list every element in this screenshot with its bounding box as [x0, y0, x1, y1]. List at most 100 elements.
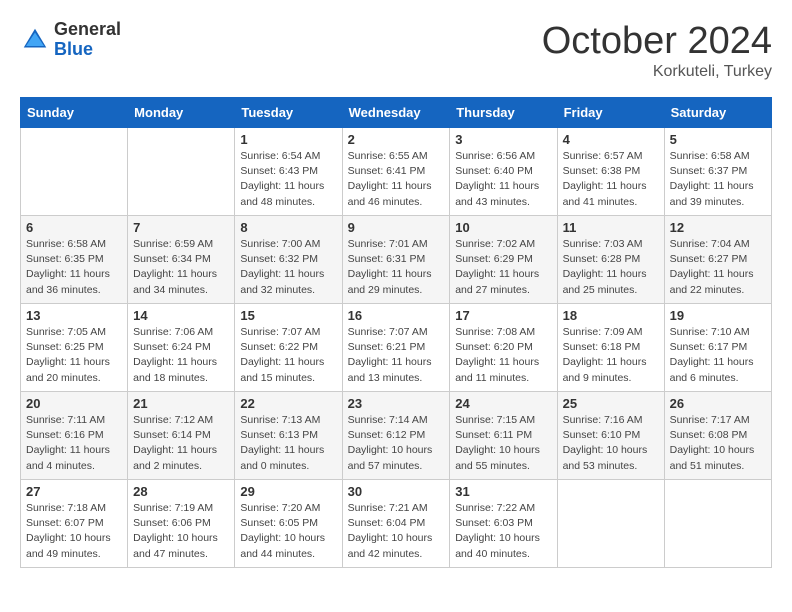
day-info: Sunrise: 6:54 AMSunset: 6:43 PMDaylight:…	[240, 149, 336, 210]
day-info: Sunrise: 7:04 AMSunset: 6:27 PMDaylight:…	[670, 237, 766, 298]
day-number: 2	[348, 132, 445, 147]
calendar-cell: 29 Sunrise: 7:20 AMSunset: 6:05 PMDayligh…	[235, 480, 342, 568]
calendar-week-row: 1 Sunrise: 6:54 AMSunset: 6:43 PMDaylight…	[21, 128, 772, 216]
calendar-cell: 24Sunrise: 7:15 AMSunset: 6:11 PMDayligh…	[450, 392, 557, 480]
calendar-week-row: 13 Sunrise: 7:05 AMSunset: 6:25 PMDayligh…	[21, 304, 772, 392]
weekday-header: Tuesday	[235, 98, 342, 128]
calendar-week-row: 6 Sunrise: 6:58 AMSunset: 6:35 PMDaylight…	[21, 216, 772, 304]
weekday-header: Monday	[128, 98, 235, 128]
calendar-week-row: 20 Sunrise: 7:11 AMSunset: 6:16 PMDayligh…	[21, 392, 772, 480]
day-info: Sunrise: 7:19 AMSunset: 6:06 PMDaylight:…	[133, 501, 229, 562]
day-number: 4	[563, 132, 659, 147]
day-number: 14	[133, 308, 229, 323]
logo-text: General Blue	[54, 20, 121, 60]
page-header: General Blue October 2024 Korkuteli, Tur…	[20, 20, 772, 81]
day-number: 1	[240, 132, 336, 147]
day-info: Sunrise: 7:20 AMSunset: 6:05 PMDaylight:…	[240, 501, 336, 562]
day-info: Sunrise: 7:22 AMSunset: 6:03 PMDaylight:…	[455, 501, 551, 562]
weekday-header: Friday	[557, 98, 664, 128]
day-number: 17	[455, 308, 551, 323]
month-title: October 2024	[542, 20, 772, 63]
day-number: 25	[563, 396, 659, 411]
day-info: Sunrise: 6:58 AMSunset: 6:37 PMDaylight:…	[670, 149, 766, 210]
calendar-cell: 8Sunrise: 7:00 AMSunset: 6:32 PMDaylight…	[235, 216, 342, 304]
calendar-cell	[21, 128, 128, 216]
day-info: Sunrise: 7:09 AMSunset: 6:18 PMDaylight:…	[563, 325, 659, 386]
day-info: Sunrise: 6:57 AMSunset: 6:38 PMDaylight:…	[563, 149, 659, 210]
calendar-cell: 23 Sunrise: 7:14 AMSunset: 6:12 PMDayligh…	[342, 392, 450, 480]
weekday-header: Saturday	[664, 98, 771, 128]
calendar-cell: 25 Sunrise: 7:16 AMSunset: 6:10 PMDayligh…	[557, 392, 664, 480]
day-info: Sunrise: 7:08 AMSunset: 6:20 PMDaylight:…	[455, 325, 551, 386]
weekday-header: Wednesday	[342, 98, 450, 128]
calendar-cell: 6 Sunrise: 6:58 AMSunset: 6:35 PMDaylight…	[21, 216, 128, 304]
calendar-cell: 19Sunrise: 7:10 AMSunset: 6:17 PMDayligh…	[664, 304, 771, 392]
calendar-cell: 30 Sunrise: 7:21 AMSunset: 6:04 PMDayligh…	[342, 480, 450, 568]
day-info: Sunrise: 7:14 AMSunset: 6:12 PMDaylight:…	[348, 413, 445, 474]
logo-general: General	[54, 20, 121, 40]
day-number: 16	[348, 308, 445, 323]
logo: General Blue	[20, 20, 121, 60]
calendar-cell	[128, 128, 235, 216]
day-number: 27	[26, 484, 122, 499]
day-info: Sunrise: 6:55 AMSunset: 6:41 PMDaylight:…	[348, 149, 445, 210]
calendar-cell: 14 Sunrise: 7:06 AMSunset: 6:24 PMDayligh…	[128, 304, 235, 392]
day-number: 26	[670, 396, 766, 411]
calendar-cell: 3Sunrise: 6:56 AMSunset: 6:40 PMDaylight…	[450, 128, 557, 216]
day-info: Sunrise: 7:07 AMSunset: 6:22 PMDaylight:…	[240, 325, 336, 386]
day-info: Sunrise: 7:21 AMSunset: 6:04 PMDaylight:…	[348, 501, 445, 562]
calendar-cell: 21 Sunrise: 7:12 AMSunset: 6:14 PMDayligh…	[128, 392, 235, 480]
day-info: Sunrise: 7:10 AMSunset: 6:17 PMDaylight:…	[670, 325, 766, 386]
calendar-header-row: SundayMondayTuesdayWednesdayThursdayFrid…	[21, 98, 772, 128]
day-number: 13	[26, 308, 122, 323]
calendar-cell: 10 Sunrise: 7:02 AMSunset: 6:29 PMDayligh…	[450, 216, 557, 304]
calendar-cell: 26 Sunrise: 7:17 AMSunset: 6:08 PMDayligh…	[664, 392, 771, 480]
day-info: Sunrise: 7:07 AMSunset: 6:21 PMDaylight:…	[348, 325, 445, 386]
day-info: Sunrise: 7:00 AMSunset: 6:32 PMDaylight:…	[240, 237, 336, 298]
day-info: Sunrise: 6:58 AMSunset: 6:35 PMDaylight:…	[26, 237, 122, 298]
calendar-table: SundayMondayTuesdayWednesdayThursdayFrid…	[20, 97, 772, 568]
calendar-week-row: 27Sunrise: 7:18 AMSunset: 6:07 PMDayligh…	[21, 480, 772, 568]
day-number: 30	[348, 484, 445, 499]
day-number: 5	[670, 132, 766, 147]
day-info: Sunrise: 7:05 AMSunset: 6:25 PMDaylight:…	[26, 325, 122, 386]
logo-icon	[20, 25, 50, 55]
title-block: October 2024 Korkuteli, Turkey	[542, 20, 772, 81]
day-number: 6	[26, 220, 122, 235]
day-number: 31	[455, 484, 551, 499]
calendar-cell	[557, 480, 664, 568]
day-number: 29	[240, 484, 336, 499]
day-info: Sunrise: 7:15 AMSunset: 6:11 PMDaylight:…	[455, 413, 551, 474]
calendar-cell: 17 Sunrise: 7:08 AMSunset: 6:20 PMDayligh…	[450, 304, 557, 392]
calendar-cell: 22Sunrise: 7:13 AMSunset: 6:13 PMDayligh…	[235, 392, 342, 480]
day-number: 18	[563, 308, 659, 323]
day-info: Sunrise: 7:17 AMSunset: 6:08 PMDaylight:…	[670, 413, 766, 474]
day-info: Sunrise: 7:11 AMSunset: 6:16 PMDaylight:…	[26, 413, 122, 474]
day-number: 12	[670, 220, 766, 235]
logo-blue: Blue	[54, 40, 121, 60]
day-number: 15	[240, 308, 336, 323]
day-info: Sunrise: 7:06 AMSunset: 6:24 PMDaylight:…	[133, 325, 229, 386]
day-number: 28	[133, 484, 229, 499]
day-info: Sunrise: 7:16 AMSunset: 6:10 PMDaylight:…	[563, 413, 659, 474]
calendar-cell: 7Sunrise: 6:59 AMSunset: 6:34 PMDaylight…	[128, 216, 235, 304]
calendar-cell: 1 Sunrise: 6:54 AMSunset: 6:43 PMDaylight…	[235, 128, 342, 216]
calendar-cell: 2 Sunrise: 6:55 AMSunset: 6:41 PMDaylight…	[342, 128, 450, 216]
calendar-cell: 31 Sunrise: 7:22 AMSunset: 6:03 PMDayligh…	[450, 480, 557, 568]
day-info: Sunrise: 6:56 AMSunset: 6:40 PMDaylight:…	[455, 149, 551, 210]
day-info: Sunrise: 7:12 AMSunset: 6:14 PMDaylight:…	[133, 413, 229, 474]
day-number: 22	[240, 396, 336, 411]
day-number: 23	[348, 396, 445, 411]
calendar-cell: 15 Sunrise: 7:07 AMSunset: 6:22 PMDayligh…	[235, 304, 342, 392]
day-number: 11	[563, 220, 659, 235]
calendar-cell: 11Sunrise: 7:03 AMSunset: 6:28 PMDayligh…	[557, 216, 664, 304]
calendar-cell: 20 Sunrise: 7:11 AMSunset: 6:16 PMDayligh…	[21, 392, 128, 480]
day-number: 20	[26, 396, 122, 411]
calendar-cell: 12 Sunrise: 7:04 AMSunset: 6:27 PMDayligh…	[664, 216, 771, 304]
day-number: 10	[455, 220, 551, 235]
calendar-cell: 4 Sunrise: 6:57 AMSunset: 6:38 PMDaylight…	[557, 128, 664, 216]
calendar-cell: 5 Sunrise: 6:58 AMSunset: 6:37 PMDaylight…	[664, 128, 771, 216]
day-info: Sunrise: 7:02 AMSunset: 6:29 PMDaylight:…	[455, 237, 551, 298]
day-number: 21	[133, 396, 229, 411]
calendar-body: 1 Sunrise: 6:54 AMSunset: 6:43 PMDaylight…	[21, 128, 772, 568]
